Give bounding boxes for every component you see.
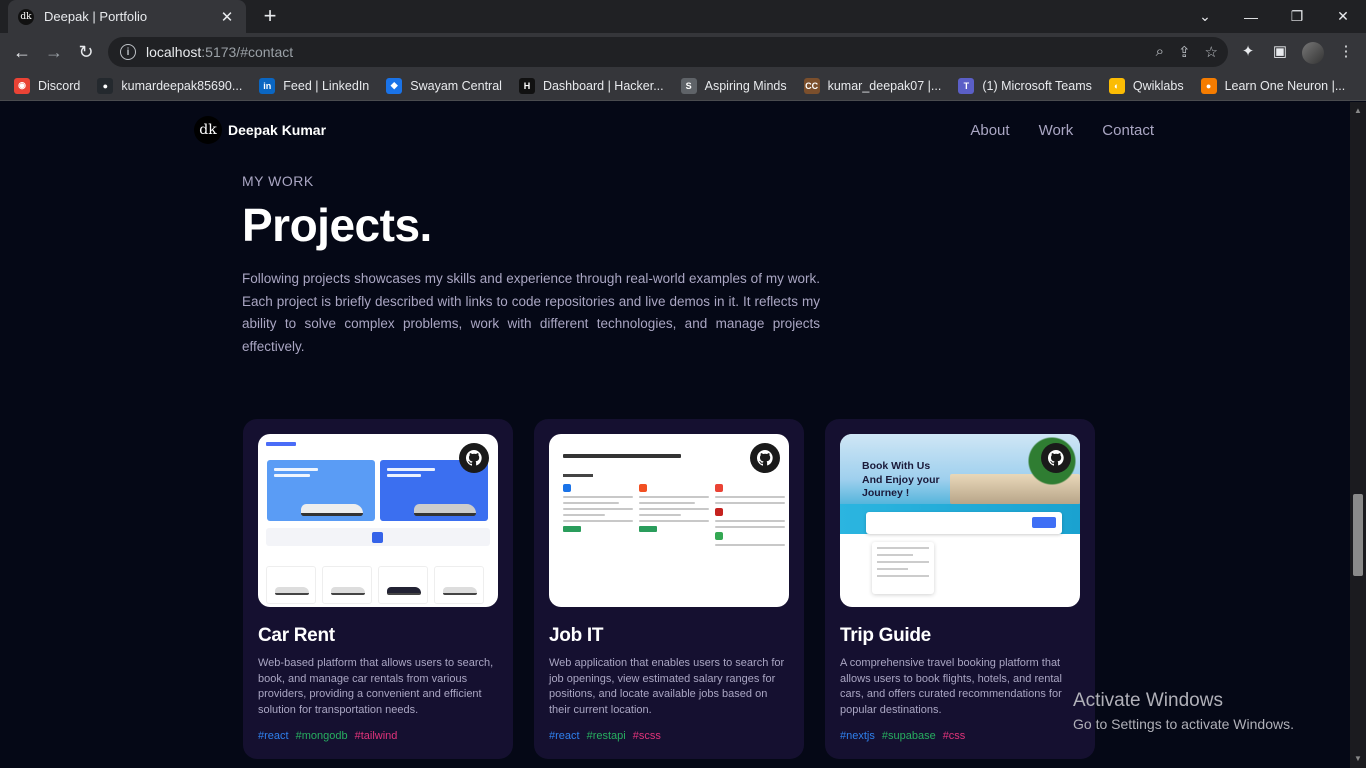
bookmark-label: Learn One Neuron |... [1224, 78, 1346, 93]
portfolio-page: dk Deepak Kumar About Work Contact MY WO… [0, 102, 1350, 768]
project-description: Web application that enables users to se… [549, 657, 785, 716]
site-navbar: dk Deepak Kumar About Work Contact [194, 116, 1160, 146]
bookmark-label: Aspiring Minds [704, 78, 787, 93]
brand-name[interactable]: Deepak Kumar [228, 122, 326, 138]
project-tag: #scss [632, 730, 661, 743]
linkedin-icon: in [259, 77, 276, 94]
address-bar[interactable]: i localhost:5173/#contact ⌕ ⇪ ☆ [108, 37, 1228, 67]
url-text: localhost:5173/#contact [146, 44, 294, 60]
bookmark-label: Discord [38, 78, 81, 93]
project-title: Car Rent [258, 625, 335, 646]
bookmark-item[interactable]: CC kumar_deepak07 |... [803, 77, 942, 94]
logo-icon[interactable]: dk [194, 116, 222, 144]
bookmark-label: Dashboard | Hacker... [542, 78, 664, 93]
project-description: A comprehensive travel booking platform … [840, 657, 1062, 716]
windows-activation-watermark: Activate Windows Go to Settings to activ… [1073, 690, 1294, 732]
project-card-car-rent: Car Rent Web-based platform that allows … [243, 419, 513, 759]
preview-hero-text: Book With Us And Enjoy your Journey ! [862, 460, 940, 499]
close-window-icon[interactable]: ✕ [1320, 0, 1366, 33]
forward-icon[interactable]: → [42, 40, 66, 64]
browser-tab[interactable]: dk Deepak | Portfolio ✕ [8, 0, 246, 33]
github-icon: ● [97, 77, 114, 94]
back-icon[interactable]: ← [10, 40, 34, 64]
bookmarks-bar: ◉ Discord ● kumardeepak85690... in Feed | Lin… [0, 71, 1366, 101]
bookmark-item[interactable]: ◆ Swayam Central [386, 77, 502, 94]
bookmark-label: Feed | LinkedIn [283, 78, 370, 93]
scroll-thumb[interactable] [1353, 494, 1363, 576]
project-preview-image: Book With Us And Enjoy your Journey ! [840, 434, 1080, 607]
project-preview-image [258, 434, 498, 607]
project-title: Trip Guide [840, 625, 931, 646]
nav-work[interactable]: Work [1039, 122, 1074, 139]
site-info-icon[interactable]: i [120, 44, 136, 60]
section-subtitle: MY WORK [242, 173, 314, 189]
bookmark-item[interactable]: ● kumardeepak85690... [97, 77, 243, 94]
project-tag: #tailwind [354, 730, 398, 743]
hackerrank-icon: H [518, 77, 535, 94]
reload-icon[interactable]: ↻ [74, 40, 98, 64]
swayam-icon: ◆ [386, 77, 403, 94]
project-tag: #nextjs [840, 730, 875, 743]
section-title: Projects. [242, 199, 432, 251]
project-card-job-it: Job IT Web application that enables user… [534, 419, 804, 759]
discord-icon: ◉ [14, 77, 30, 94]
aspiring-minds-icon: S [680, 77, 697, 94]
bookmark-label: kumar_deepak07 |... [827, 78, 942, 93]
bookmark-star-icon[interactable]: ☆ [1205, 43, 1218, 61]
project-preview-image [549, 434, 789, 607]
new-tab-icon[interactable]: + [258, 4, 282, 28]
bookmark-label: Swayam Central [410, 78, 502, 93]
project-tag: #react [549, 730, 580, 743]
teams-icon: T [958, 77, 975, 94]
close-tab-icon[interactable]: ✕ [218, 8, 236, 26]
oneneuron-icon: ● [1200, 77, 1217, 94]
side-panel-icon[interactable]: ▣ [1270, 42, 1290, 60]
github-icon[interactable] [750, 443, 780, 473]
bookmark-item[interactable]: ◐ Qwiklabs [1108, 77, 1184, 94]
project-description: Web-based platform that allows users to … [258, 657, 494, 716]
bookmark-label: Qwiklabs [1132, 78, 1184, 93]
bookmark-item[interactable]: in Feed | LinkedIn [259, 77, 370, 94]
restore-icon[interactable]: ❐ [1274, 0, 1320, 33]
tab-title: Deepak | Portfolio [44, 9, 148, 24]
profile-avatar[interactable] [1302, 42, 1324, 64]
project-tag: #css [942, 730, 966, 743]
project-tag: #restapi [586, 730, 626, 743]
github-icon[interactable] [1041, 443, 1071, 473]
scroll-down-icon[interactable]: ▼ [1354, 754, 1362, 763]
extensions-icon[interactable]: ✦ [1238, 42, 1258, 60]
bookmark-item[interactable]: ◉ Discord [14, 77, 81, 94]
zoom-icon[interactable]: ⌕ [1156, 43, 1164, 61]
project-tag: #supabase [881, 730, 936, 743]
nav-contact[interactable]: Contact [1102, 122, 1154, 139]
qwiklabs-icon: ◐ [1108, 77, 1125, 94]
project-title: Job IT [549, 625, 604, 646]
bookmark-label: (1) Microsoft Teams [982, 78, 1092, 93]
github-icon[interactable] [459, 443, 489, 473]
menu-icon[interactable]: ⋮ [1336, 42, 1356, 60]
scroll-up-icon[interactable]: ▲ [1354, 106, 1362, 115]
bookmark-label: kumardeepak85690... [121, 78, 243, 93]
nav-about[interactable]: About [970, 122, 1009, 139]
page-scrollbar[interactable]: ▲ ▼ [1350, 102, 1366, 768]
share-icon[interactable]: ⇪ [1178, 43, 1191, 61]
project-tag: #react [258, 730, 289, 743]
minimize-icon[interactable]: — [1228, 0, 1274, 33]
bookmark-item[interactable]: H Dashboard | Hacker... [518, 77, 664, 94]
project-tag: #mongodb [295, 730, 348, 743]
section-intro: Following projects showcases my skills a… [242, 271, 820, 355]
project-card-trip-guide: Book With Us And Enjoy your Journey ! Tr… [825, 419, 1095, 759]
tab-favicon-icon: dk [18, 8, 34, 25]
browser-toolbar: ← → ↻ i localhost:5173/#contact ⌕ ⇪ ☆ ✦ … [0, 33, 1366, 71]
bookmark-item[interactable]: S Aspiring Minds [680, 77, 787, 94]
tab-strip: dk Deepak | Portfolio ✕ + ⌄ — ❐ ✕ [0, 0, 1366, 33]
bookmark-item[interactable]: ● Learn One Neuron |... [1200, 77, 1346, 94]
codechef-icon: CC [803, 77, 820, 94]
bookmark-item[interactable]: T (1) Microsoft Teams [958, 77, 1092, 94]
tab-search-icon[interactable]: ⌄ [1182, 0, 1228, 33]
